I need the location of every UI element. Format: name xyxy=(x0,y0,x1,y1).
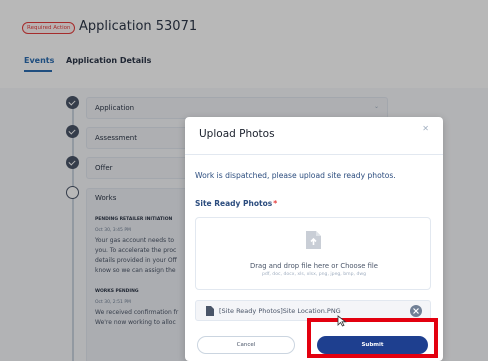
accepted-formats-hint: pdf, doc, docx, xls, xlsx, png, jpeg, bm… xyxy=(261,272,367,277)
remove-file-icon[interactable] xyxy=(410,305,422,317)
mouse-cursor-icon xyxy=(337,315,347,327)
file-dropzone[interactable]: Drag and drop file here or Choose file p… xyxy=(195,217,431,290)
page: Required Action Application 53071 Events… xyxy=(0,0,488,361)
modal-title: Upload Photos xyxy=(199,128,275,140)
close-icon[interactable]: ✕ xyxy=(422,123,429,135)
modal-message: Work is dispatched, please upload site r… xyxy=(195,171,396,180)
cancel-button[interactable]: Cancel xyxy=(197,336,295,354)
file-icon xyxy=(206,306,214,316)
field-label-text: Site Ready Photos xyxy=(195,199,273,208)
uploaded-file-name: [Site Ready Photos]Site Location.PNG xyxy=(219,307,341,315)
dropzone-instructions: Drag and drop file here or Choose file xyxy=(250,262,378,270)
submit-highlight-box xyxy=(307,318,438,358)
site-ready-photos-label: Site Ready Photos* xyxy=(195,198,277,210)
required-indicator: * xyxy=(273,199,278,208)
file-upload-icon xyxy=(306,231,321,249)
modal-divider xyxy=(185,154,443,155)
